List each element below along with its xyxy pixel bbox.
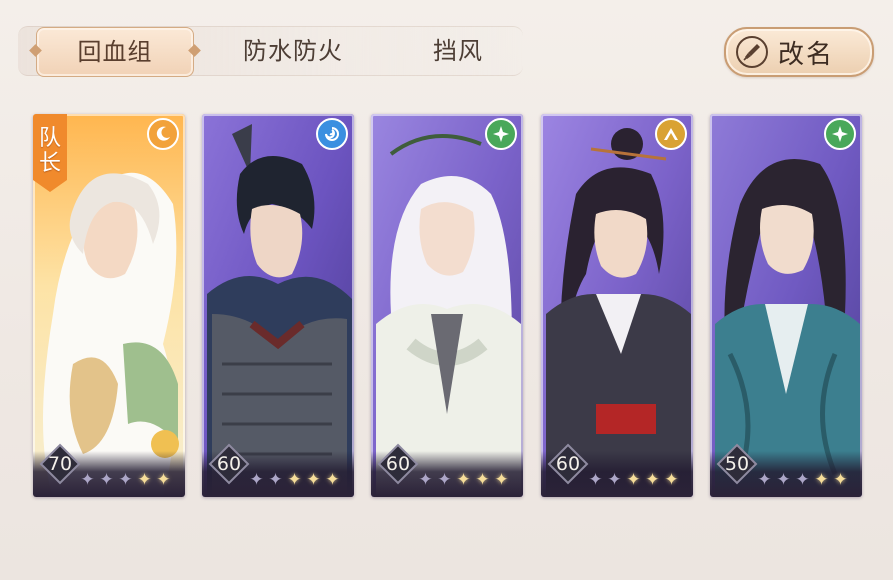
captain-ribbon: 队长	[33, 114, 67, 192]
brush-icon	[736, 36, 768, 68]
star-icon: ✦	[475, 470, 490, 490]
character-card-2[interactable]: 60 ✦ ✦ ✦ ✦ ✦	[202, 114, 354, 497]
wind-icon	[485, 118, 517, 150]
star-icon: ✦	[268, 470, 283, 490]
star-icon: ✦	[494, 470, 509, 490]
star-icon: ✦	[776, 470, 791, 490]
star-rating: ✦ ✦ ✦ ✦ ✦	[79, 470, 172, 492]
tab-team-2[interactable]: 防水防火	[218, 27, 368, 75]
star-icon: ✦	[306, 470, 321, 490]
character-card-5[interactable]: 50 ✦ ✦ ✦ ✦ ✦	[710, 114, 862, 497]
captain-badge: 队长	[38, 126, 61, 176]
rename-label: 改名	[778, 39, 835, 70]
star-rating: ✦ ✦ ✦ ✦ ✦	[587, 470, 680, 492]
star-icon: ✦	[626, 470, 641, 490]
team-tab-bar: 回血组 防水防火 挡风	[18, 26, 523, 77]
star-icon: ✦	[287, 470, 302, 490]
star-icon: ✦	[833, 470, 848, 490]
star-icon: ✦	[80, 470, 95, 490]
star-icon: ✦	[645, 470, 660, 490]
star-icon: ✦	[249, 470, 264, 490]
star-icon: ✦	[118, 470, 133, 490]
star-icon: ✦	[607, 470, 622, 490]
star-icon: ✦	[99, 470, 114, 490]
water-swirl-icon	[316, 118, 348, 150]
star-rating: ✦ ✦ ✦ ✦ ✦	[417, 470, 510, 492]
level-badge: 70	[39, 443, 81, 485]
star-icon: ✦	[588, 470, 603, 490]
level-badge: 60	[377, 443, 419, 485]
character-portrait	[371, 114, 523, 497]
moon-icon	[147, 118, 179, 150]
mountain-icon	[655, 118, 687, 150]
star-icon: ✦	[795, 470, 810, 490]
character-card-3[interactable]: 60 ✦ ✦ ✦ ✦ ✦	[371, 114, 523, 497]
character-card-4[interactable]: 60 ✦ ✦ ✦ ✦ ✦	[541, 114, 693, 497]
star-icon: ✦	[664, 470, 679, 490]
character-portrait	[710, 114, 862, 497]
star-icon: ✦	[418, 470, 433, 490]
star-rating: ✦ ✦ ✦ ✦ ✦	[756, 470, 849, 492]
character-portrait	[541, 114, 693, 497]
wind-icon	[824, 118, 856, 150]
tab-team-1[interactable]: 回血组	[36, 27, 194, 77]
star-icon: ✦	[757, 470, 772, 490]
level-badge: 50	[716, 443, 758, 485]
level-badge: 60	[208, 443, 250, 485]
star-icon: ✦	[137, 470, 152, 490]
star-icon: ✦	[814, 470, 829, 490]
tab-team-3[interactable]: 挡风	[398, 27, 518, 75]
rename-button[interactable]: 改名	[724, 27, 874, 77]
level-badge: 60	[547, 443, 589, 485]
character-portrait	[202, 114, 354, 497]
character-card-1[interactable]: 队长 70 ✦ ✦ ✦ ✦ ✦	[33, 114, 185, 497]
star-rating: ✦ ✦ ✦ ✦ ✦	[248, 470, 341, 492]
star-icon: ✦	[325, 470, 340, 490]
star-icon: ✦	[456, 470, 471, 490]
star-icon: ✦	[437, 470, 452, 490]
star-icon: ✦	[156, 470, 171, 490]
